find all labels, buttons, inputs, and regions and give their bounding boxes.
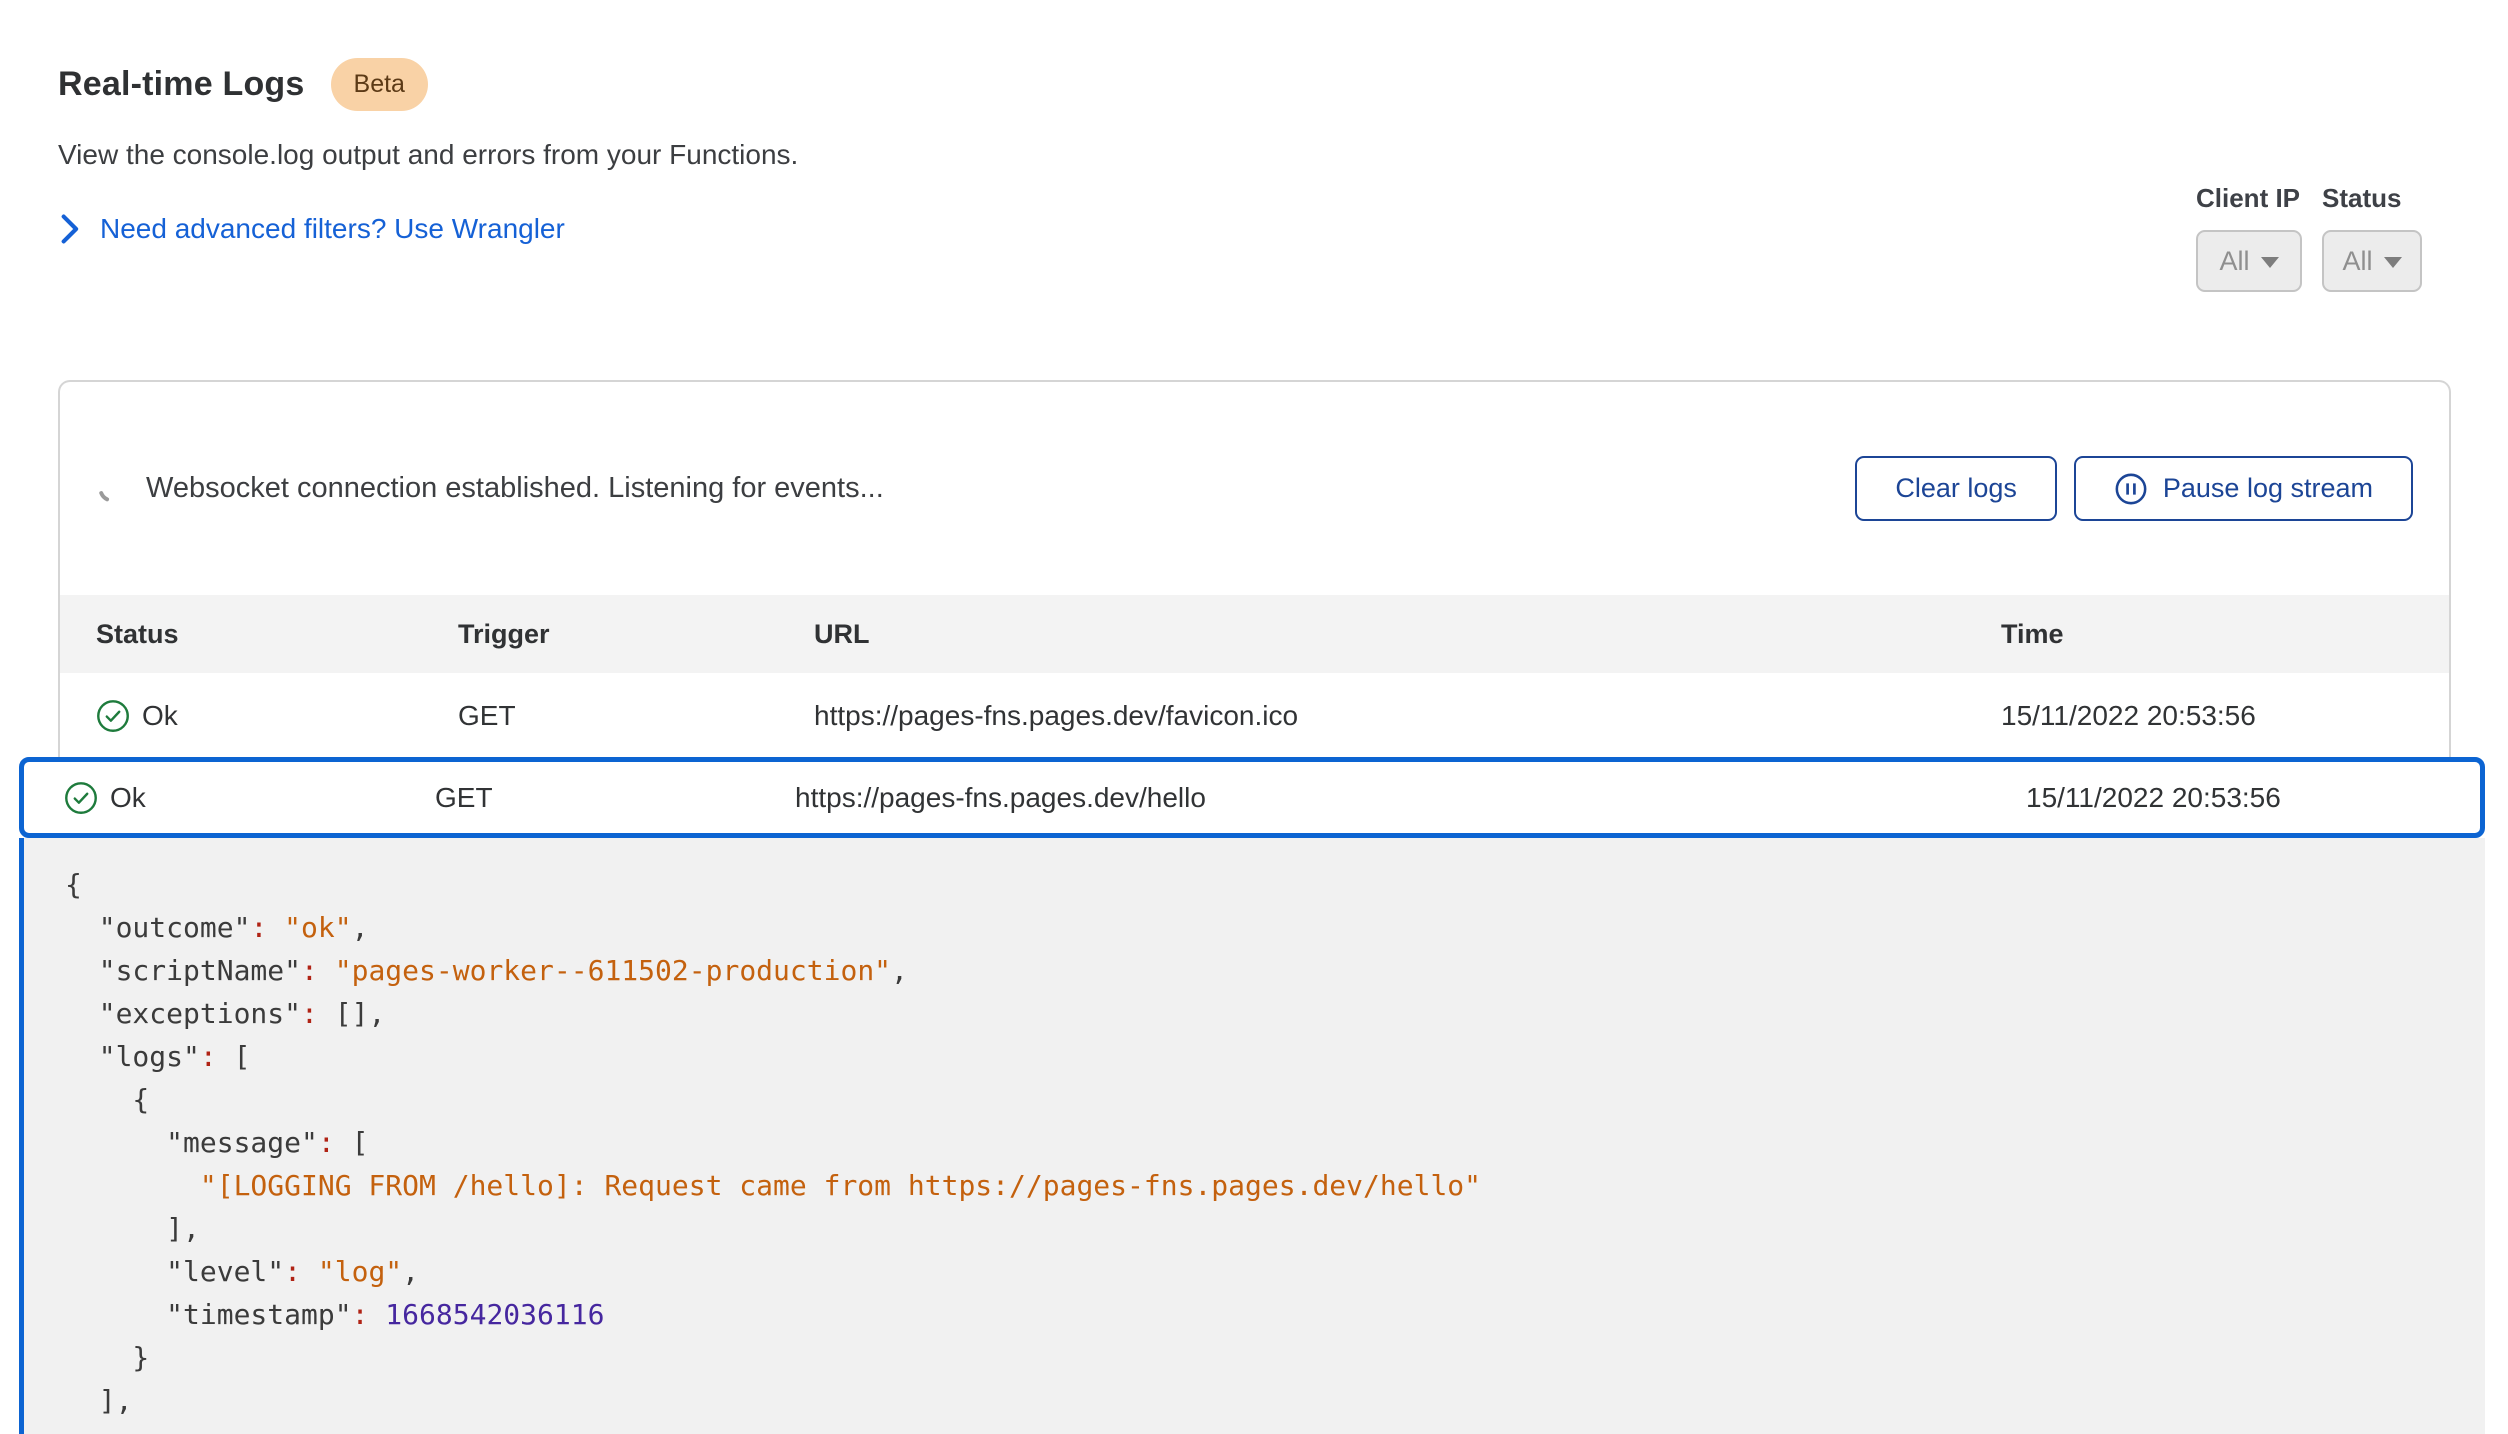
page-title: Real-time Logs bbox=[58, 65, 305, 104]
column-header-time: Time bbox=[1967, 619, 2413, 650]
status-dropdown[interactable]: All bbox=[2322, 230, 2422, 292]
clear-logs-button-label: Clear logs bbox=[1895, 473, 2017, 504]
client-ip-filter: Client IP All bbox=[2196, 183, 2302, 292]
pause-log-stream-button-label: Pause log stream bbox=[2163, 473, 2373, 504]
websocket-status-bar: Websocket connection established. Listen… bbox=[60, 382, 2449, 595]
client-ip-dropdown-value: All bbox=[2219, 246, 2249, 277]
check-circle-icon bbox=[96, 699, 130, 733]
spinner-icon bbox=[96, 475, 124, 503]
status-dropdown-value: All bbox=[2342, 246, 2372, 277]
status-filter: Status All bbox=[2322, 183, 2422, 292]
beta-badge: Beta bbox=[331, 58, 428, 111]
websocket-status-text: Websocket connection established. Listen… bbox=[146, 472, 884, 505]
row-url: https://pages-fns.pages.dev/hello bbox=[795, 782, 2010, 814]
row-status-label: Ok bbox=[142, 700, 178, 732]
table-row[interactable]: Ok GET https://pages-fns.pages.dev/favic… bbox=[60, 673, 2449, 758]
check-circle-icon bbox=[64, 781, 98, 815]
page-subtitle: View the console.log output and errors f… bbox=[58, 139, 798, 171]
expanded-log-entry: Ok GET https://pages-fns.pages.dev/hello… bbox=[19, 757, 2485, 1434]
table-row-selected[interactable]: Ok GET https://pages-fns.pages.dev/hello… bbox=[19, 757, 2485, 838]
column-header-url: URL bbox=[814, 619, 1967, 650]
row-time: 15/11/2022 20:53:56 bbox=[1967, 700, 2413, 732]
log-detail-panel[interactable]: { "outcome": "ok", "scriptName": "pages-… bbox=[19, 838, 2485, 1434]
client-ip-dropdown[interactable]: All bbox=[2196, 230, 2302, 292]
logs-card: Websocket connection established. Listen… bbox=[58, 380, 2451, 758]
wrangler-advanced-filters-link[interactable]: Need advanced filters? Use Wrangler bbox=[58, 213, 798, 245]
clear-logs-button[interactable]: Clear logs bbox=[1855, 456, 2057, 521]
chevron-right-icon bbox=[58, 213, 80, 245]
row-status-label: Ok bbox=[110, 782, 146, 814]
wrangler-link-label: Need advanced filters? Use Wrangler bbox=[100, 213, 565, 245]
pause-icon bbox=[2114, 472, 2148, 506]
page-header: Real-time Logs Beta View the console.log… bbox=[58, 58, 798, 245]
row-trigger: GET bbox=[458, 700, 814, 732]
row-time: 15/11/2022 20:53:56 bbox=[2010, 782, 2460, 814]
json-log-output: { "outcome": "ok", "scriptName": "pages-… bbox=[24, 838, 2485, 1434]
column-header-trigger: Trigger bbox=[458, 619, 814, 650]
client-ip-filter-label: Client IP bbox=[2196, 183, 2302, 214]
row-url: https://pages-fns.pages.dev/favicon.ico bbox=[814, 700, 1967, 732]
caret-down-icon bbox=[2384, 257, 2402, 268]
row-trigger: GET bbox=[435, 782, 795, 814]
status-filter-label: Status bbox=[2322, 183, 2422, 214]
pause-log-stream-button[interactable]: Pause log stream bbox=[2074, 456, 2413, 521]
caret-down-icon bbox=[2261, 257, 2279, 268]
logs-table-header: Status Trigger URL Time bbox=[60, 595, 2449, 673]
column-header-status: Status bbox=[96, 619, 458, 650]
